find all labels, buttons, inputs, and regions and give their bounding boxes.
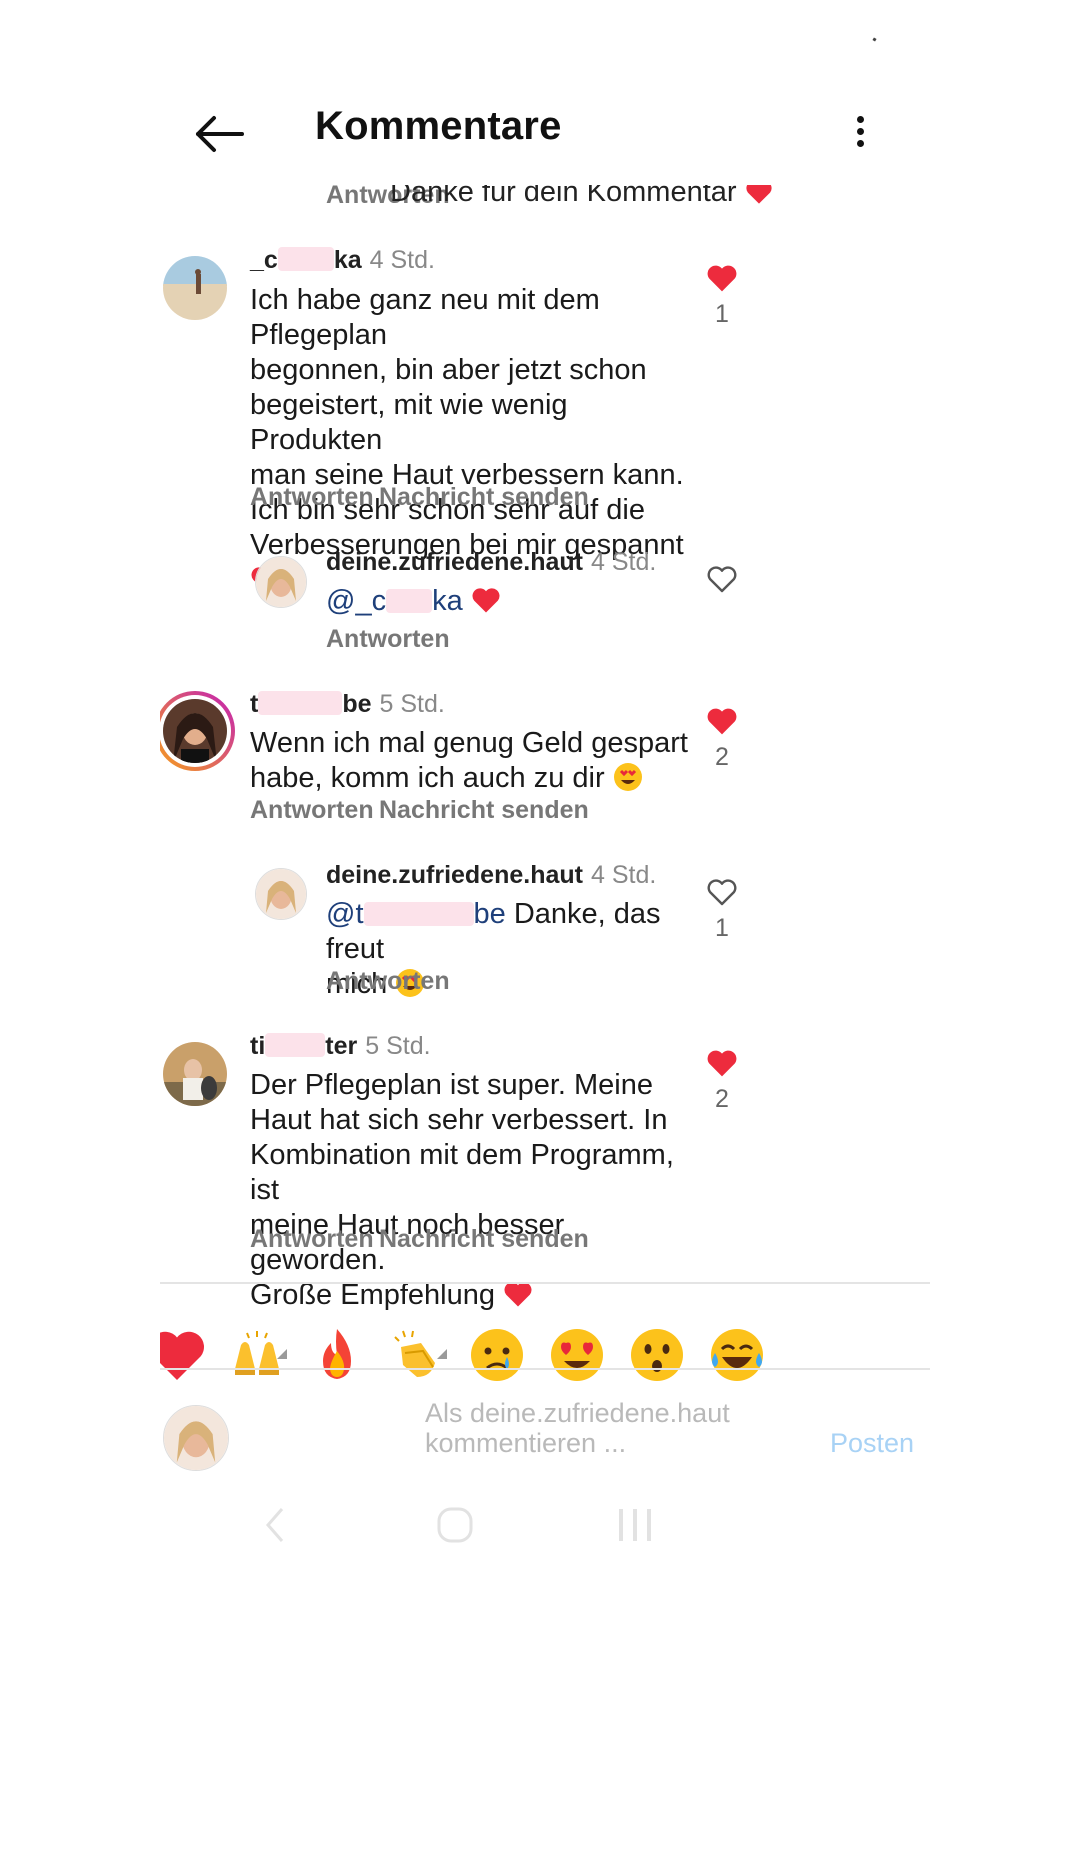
comment-input[interactable]: Als deine.zufriedene.haut kommentieren .… <box>425 1398 805 1458</box>
profile-photo-icon <box>163 1042 227 1106</box>
reply-button[interactable]: Antworten <box>250 483 374 512</box>
nav-home-icon[interactable] <box>435 1505 475 1545</box>
header-bar: Kommentare <box>160 70 930 185</box>
profile-photo-icon <box>164 1406 228 1470</box>
heart-filled-icon <box>707 265 737 292</box>
comment-text: @_c ka <box>326 584 501 619</box>
like-count: 2 <box>715 743 729 771</box>
avatar[interactable] <box>163 1042 227 1106</box>
post-button[interactable]: Posten <box>830 1428 914 1459</box>
send-message-button[interactable]: Nachricht senden <box>379 483 589 512</box>
timestamp: 5 Std. <box>379 690 445 718</box>
comment-meta: t be 5 Std. <box>250 690 445 719</box>
send-message-button[interactable]: Nachricht senden <box>379 1225 589 1254</box>
like-button[interactable] <box>702 877 742 912</box>
status-indicator <box>872 37 877 42</box>
beach-photo-icon <box>163 256 227 320</box>
avatar[interactable] <box>255 556 307 608</box>
back-button[interactable] <box>190 104 250 164</box>
comment-meta: deine.zufriedene.haut 4 Std. <box>326 548 656 577</box>
heart-eyes-emoji-icon <box>551 1329 603 1381</box>
like-button[interactable] <box>702 706 742 741</box>
heart-emoji-icon <box>504 1282 532 1307</box>
redacted-name <box>265 1033 326 1057</box>
timestamp: 4 Std. <box>369 246 435 274</box>
timestamp: 4 Std. <box>590 861 657 889</box>
mention-link[interactable]: @_c ka <box>326 585 463 617</box>
divider <box>160 1282 930 1284</box>
mention-link[interactable]: @t be <box>326 898 506 930</box>
astonished-face-emoji-icon <box>631 1329 683 1381</box>
heart-eyes-emoji-icon <box>613 763 642 791</box>
username[interactable]: _c ka <box>250 246 362 274</box>
timestamp: 5 Std. <box>365 1032 431 1060</box>
page-title: Kommentare <box>315 104 562 148</box>
heart-filled-icon <box>707 708 737 735</box>
arrow-left-icon <box>196 116 244 152</box>
username[interactable]: deine.zufriedene.haut <box>326 861 583 889</box>
like-count: 2 <box>715 1085 729 1113</box>
divider <box>160 1368 930 1370</box>
reply-button[interactable]: Antworten <box>326 625 450 654</box>
reply-button[interactable]: Antworten <box>326 967 450 996</box>
dot-icon <box>856 140 864 147</box>
comment-meta: _c ka 4 Std. <box>250 246 435 275</box>
fire-emoji-icon <box>323 1329 351 1379</box>
profile-photo-icon <box>256 557 306 607</box>
dot-icon <box>856 116 864 123</box>
redacted-name <box>386 589 433 613</box>
username[interactable]: t be <box>250 690 372 718</box>
heart-outline-icon <box>707 879 737 906</box>
timestamp: 4 Std. <box>590 548 657 576</box>
send-message-button[interactable]: Nachricht senden <box>379 796 589 825</box>
crying-face-emoji-icon <box>471 1329 523 1381</box>
heart-filled-icon <box>707 1050 737 1077</box>
username[interactable]: ti ter <box>250 1032 357 1060</box>
nav-recents-icon[interactable] <box>615 1505 655 1545</box>
username[interactable]: deine.zufriedene.haut <box>326 548 583 576</box>
emoji-tears-of-joy-button[interactable] <box>707 1325 767 1385</box>
like-button[interactable] <box>702 564 742 599</box>
emoji-heart-button[interactable] <box>160 1325 207 1385</box>
heart-emoji-icon <box>160 1331 204 1380</box>
reply-button[interactable]: Antworten <box>250 1225 374 1254</box>
comment-meta: ti ter 5 Std. <box>250 1032 431 1061</box>
redacted-name <box>258 691 343 715</box>
comment-meta: deine.zufriedene.haut 4 Std. <box>326 861 656 890</box>
like-button[interactable] <box>702 1048 742 1083</box>
reply-button[interactable]: Antworten <box>250 796 374 825</box>
system-navigation-bar <box>160 1490 930 1570</box>
redacted-name <box>277 247 334 271</box>
avatar-story-ring[interactable] <box>160 691 235 771</box>
like-count: 1 <box>715 300 729 328</box>
heart-emoji-icon <box>472 588 500 613</box>
comments-screen: Kommentare Danke für dein Kommentar Antw… <box>160 0 930 1858</box>
heart-outline-icon <box>707 566 737 593</box>
variant-indicator <box>277 1349 287 1359</box>
more-options-button[interactable] <box>845 106 875 166</box>
emoji-fire-button[interactable] <box>307 1325 367 1385</box>
tears-of-joy-emoji-icon <box>711 1329 763 1381</box>
like-button[interactable] <box>702 263 742 298</box>
emoji-astonished-face-button[interactable] <box>627 1325 687 1385</box>
profile-photo-icon <box>163 699 227 763</box>
profile-photo-icon <box>256 869 306 919</box>
nav-back-icon[interactable] <box>260 1505 290 1545</box>
like-count: 1 <box>715 914 729 942</box>
variant-indicator <box>437 1349 447 1359</box>
dot-icon <box>856 128 864 135</box>
redacted-name <box>363 902 474 926</box>
avatar <box>163 1405 229 1471</box>
avatar[interactable] <box>255 868 307 920</box>
avatar[interactable] <box>163 256 227 320</box>
comment-text: Der Pflegeplan ist super. Meine Haut hat… <box>250 1069 674 1311</box>
emoji-crying-face-button[interactable] <box>467 1325 527 1385</box>
comment-text: Wenn ich mal genug Geld gespart habe, ko… <box>250 727 688 794</box>
emoji-heart-eyes-button[interactable] <box>547 1325 607 1385</box>
